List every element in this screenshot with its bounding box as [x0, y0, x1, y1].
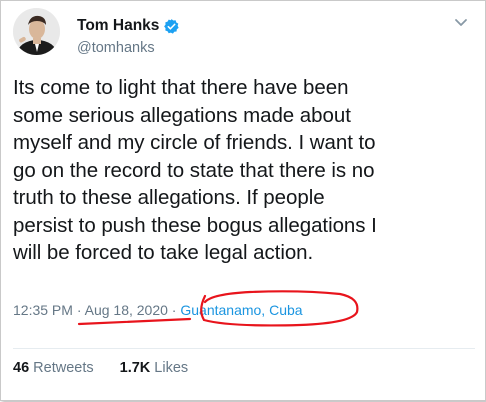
author-row: Tom Hanks [77, 16, 180, 36]
retweets-count: 46 [13, 360, 30, 376]
avatar[interactable] [13, 8, 60, 55]
tweet-text-line: persist to push these bogus allegations … [13, 213, 377, 237]
tweet-card: Tom Hanks @tomhanks Its come to light th… [13, 8, 475, 394]
tweet-stats: 46 Retweets 1.7K Likes [13, 360, 188, 376]
meta-separator: · [167, 302, 181, 318]
tweet-location-link[interactable]: Guantanamo, Cuba [180, 302, 302, 318]
verified-badge-icon [163, 18, 180, 35]
tweet-text-line: Its come to light that there have been [13, 76, 349, 99]
likes-stat[interactable]: 1.7K Likes [120, 360, 189, 376]
tweet-text-line: truth to these allegations. If people [13, 186, 325, 209]
tweet-text: Its come to light that there have been s… [13, 74, 468, 267]
retweets-stat[interactable]: 46 Retweets [13, 360, 94, 376]
avatar-photo [13, 8, 60, 55]
tweet-text-line: will be forced to take legal action. [13, 241, 314, 264]
retweets-label: Retweets [33, 360, 94, 376]
likes-count: 1.7K [119, 360, 151, 376]
tweet-text-line: some serious allegations made about [13, 103, 351, 127]
likes-label: Likes [154, 360, 189, 376]
chevron-down-icon[interactable] [453, 14, 469, 30]
tweet-time[interactable]: 12:35 PM [13, 302, 73, 318]
meta-separator: · [72, 302, 85, 318]
author-name[interactable]: Tom Hanks [77, 17, 159, 35]
tweet-date[interactable]: Aug 18, 2020 [85, 302, 168, 318]
author-handle[interactable]: @tomhanks [77, 40, 155, 56]
tweet-text-line: myself and my circle of friends. I want … [13, 131, 376, 154]
divider [13, 348, 475, 349]
tweet-text-line: go on the record to state that there is … [13, 158, 375, 182]
tweet-meta: 12:35 PM · Aug 18, 2020 · Guantanamo, Cu… [13, 302, 303, 318]
